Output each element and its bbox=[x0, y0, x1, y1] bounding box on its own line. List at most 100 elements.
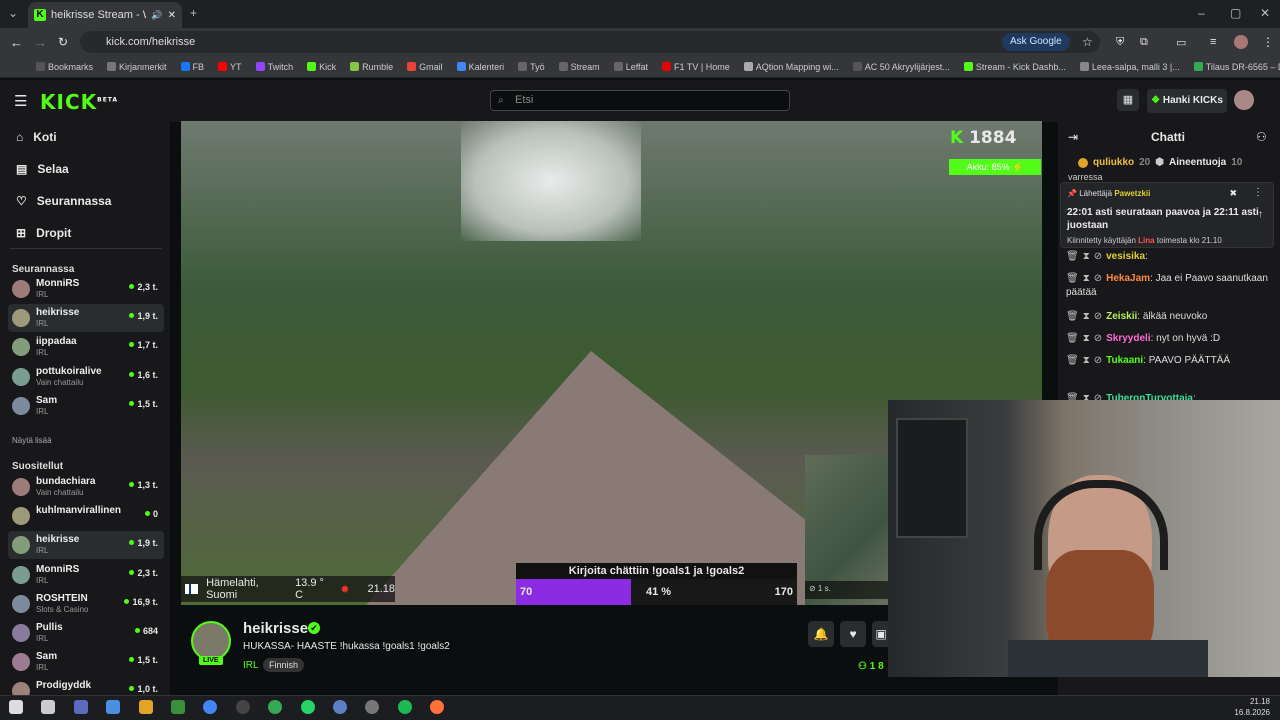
pinned-by-user[interactable]: Lina bbox=[1138, 236, 1154, 245]
bookmark-item[interactable]: Työ bbox=[518, 62, 545, 72]
bookmark-item[interactable]: Leea-salpa, malli 3 |... bbox=[1079, 62, 1180, 72]
search-input[interactable]: ⌕ Etsi bbox=[490, 90, 790, 111]
sidebar-channel[interactable]: ROSHTEIN Slots & Casino 16,9 t. bbox=[8, 590, 164, 618]
bookmark-item[interactable]: Gmail bbox=[407, 62, 443, 72]
spotify-icon[interactable] bbox=[397, 700, 412, 714]
sidebar-channel[interactable]: Prodigyddk 1,0 t. bbox=[8, 677, 164, 695]
bookmark-item[interactable]: F1 TV | Home bbox=[662, 62, 730, 72]
app-icon[interactable] bbox=[73, 700, 88, 714]
app-icon[interactable] bbox=[333, 700, 347, 714]
tab-search-icon[interactable]: ⌄ bbox=[8, 6, 18, 20]
bookmark-item[interactable]: Stream - Kick Dashb... bbox=[963, 62, 1066, 72]
chat-username[interactable]: vesisika bbox=[1106, 251, 1145, 262]
collapse-chat-icon[interactable]: ⇥ bbox=[1068, 130, 1078, 144]
bookmark-item[interactable]: AQtion Mapping wi... bbox=[743, 62, 839, 72]
sidebar-channel[interactable]: Sam IRL 1,5 t. bbox=[8, 392, 164, 420]
url-input[interactable]: kick.com/heikrisse bbox=[80, 31, 1100, 53]
ban-icon[interactable]: ⊘ bbox=[1094, 251, 1102, 262]
new-tab-icon[interactable]: + bbox=[190, 6, 197, 20]
reload-icon[interactable]: ↻ bbox=[58, 35, 68, 49]
chat-username[interactable]: Zeiskii bbox=[1106, 311, 1137, 322]
pinned-menu-icon[interactable]: ⋮ bbox=[1253, 187, 1263, 198]
sidebar-channel[interactable]: iippadaa IRL 1,7 t. bbox=[8, 333, 164, 361]
top-gifter-name[interactable]: Aineentuoja bbox=[1169, 157, 1226, 168]
bookmark-item[interactable]: Kirjanmerkit bbox=[107, 62, 167, 72]
chat-username[interactable]: Tukaani bbox=[1106, 355, 1143, 366]
sidebar-channel[interactable]: bundachiara Vain chattailu 1,3 t. bbox=[8, 473, 164, 501]
nav-drops[interactable]: ⊞ Dropit bbox=[16, 226, 71, 240]
sidebar-channel[interactable]: Sam IRL 1,5 t. bbox=[8, 648, 164, 676]
bookmark-item[interactable]: Twitch bbox=[255, 62, 293, 72]
sidebar-channel[interactable]: heikrisse IRL 1,9 t. bbox=[8, 531, 164, 560]
unpin-icon[interactable]: ✖ bbox=[1229, 188, 1237, 199]
bookmark-item[interactable]: FB bbox=[180, 62, 204, 72]
user-avatar[interactable] bbox=[1234, 90, 1254, 110]
show-more-link[interactable]: Näytä lisää bbox=[12, 436, 52, 445]
timeout-icon[interactable]: ⧗ bbox=[1083, 311, 1090, 322]
start-icon[interactable] bbox=[9, 700, 23, 714]
bookmark-item[interactable]: YT bbox=[218, 62, 242, 72]
task-view-icon[interactable] bbox=[41, 700, 56, 714]
system-clock[interactable]: 21.18 16.8.2026 bbox=[1234, 696, 1270, 718]
delete-icon[interactable]: 🗑 bbox=[1066, 273, 1079, 284]
nav-following[interactable]: ♡ Seurannassa bbox=[16, 194, 111, 208]
reading-list-icon[interactable]: ≡ bbox=[1210, 36, 1216, 48]
bookmark-item[interactable]: AC 50 Akryylijärjest... bbox=[852, 62, 950, 72]
ask-google-button[interactable]: Ask Google bbox=[1002, 33, 1070, 51]
hamburger-menu-icon[interactable]: ☰ bbox=[14, 92, 27, 110]
notification-bell-button[interactable]: 🔔 bbox=[808, 621, 834, 647]
follow-heart-button[interactable]: ♥ bbox=[840, 621, 866, 647]
chat-users-icon[interactable]: ⚇ bbox=[1256, 130, 1267, 144]
app-icon[interactable] bbox=[106, 700, 121, 714]
bookmark-item[interactable]: Stream bbox=[558, 62, 600, 72]
browser-tab[interactable]: K heikrisse Stream - Watch Li 🔊 ✕ bbox=[28, 2, 182, 28]
sidebar-channel[interactable]: Pullis IRL 684 bbox=[8, 619, 164, 647]
language-tag[interactable]: Finnish bbox=[263, 658, 305, 672]
sidebar-channel[interactable]: pottukoiralive Vain chattailu 1,6 t. bbox=[8, 363, 164, 391]
timeout-icon[interactable]: ⧗ bbox=[1083, 355, 1090, 366]
back-icon[interactable]: ← bbox=[10, 35, 23, 50]
ban-icon[interactable]: ⊘ bbox=[1094, 273, 1102, 284]
streamer-name[interactable]: heikrisse bbox=[243, 620, 308, 637]
extensions-icon[interactable]: ⧉ bbox=[1140, 36, 1148, 49]
cast-icon[interactable]: ▭ bbox=[1176, 36, 1186, 49]
sidebar-channel[interactable]: heikrisse IRL 1,9 t. bbox=[8, 304, 164, 333]
delete-icon[interactable]: 🗑 bbox=[1066, 311, 1079, 322]
delete-icon[interactable]: 🗑 bbox=[1066, 355, 1079, 366]
dashboard-icon[interactable]: ▦ bbox=[1117, 89, 1139, 111]
bookmark-item[interactable]: Bookmarks bbox=[36, 62, 93, 72]
bookmark-item[interactable]: Rumble bbox=[350, 62, 393, 72]
timeout-icon[interactable]: ⧗ bbox=[1083, 251, 1090, 262]
file-explorer-icon[interactable] bbox=[138, 700, 153, 714]
menu-kebab-icon[interactable]: ⋮ bbox=[1262, 35, 1274, 49]
shield-icon[interactable]: ⛨ bbox=[1116, 36, 1124, 49]
forward-icon[interactable]: → bbox=[34, 35, 47, 50]
bookmark-item[interactable]: Leffat bbox=[613, 62, 648, 72]
bookmark-item[interactable]: Kick bbox=[307, 62, 336, 72]
chat-username[interactable]: Skryydeli bbox=[1106, 333, 1150, 344]
kick-logo[interactable]: KICKBETA bbox=[40, 90, 118, 114]
sidebar-channel[interactable]: kuhlmanvirallinen 0 bbox=[8, 502, 164, 530]
maximize-icon[interactable]: ▢ bbox=[1230, 6, 1241, 20]
ban-icon[interactable]: ⊘ bbox=[1094, 355, 1102, 366]
tab-close-icon[interactable]: ✕ bbox=[168, 10, 176, 21]
whatsapp-icon[interactable] bbox=[300, 700, 315, 714]
ban-icon[interactable]: ⊘ bbox=[1094, 333, 1102, 344]
tab-audio-icon[interactable]: 🔊 bbox=[151, 10, 162, 21]
pinned-from-user[interactable]: Pawetzkii bbox=[1114, 189, 1150, 198]
chat-username[interactable]: HekaJam bbox=[1106, 273, 1150, 284]
streamer-avatar[interactable] bbox=[191, 621, 231, 661]
timeout-icon[interactable]: ⧗ bbox=[1083, 273, 1090, 284]
sidebar-channel[interactable]: MonniRS IRL 2,3 t. bbox=[8, 275, 164, 303]
ban-icon[interactable]: ⊘ bbox=[1094, 311, 1102, 322]
window-close-icon[interactable]: ✕ bbox=[1260, 6, 1270, 20]
nav-browse[interactable]: ▤ Selaa bbox=[16, 162, 69, 176]
delete-icon[interactable]: 🗑 bbox=[1066, 333, 1079, 344]
top-gifter-name[interactable]: quliukko bbox=[1093, 157, 1134, 168]
nav-home[interactable]: ⌂ Koti bbox=[16, 130, 57, 144]
collapse-pin-icon[interactable]: ↑ bbox=[1258, 209, 1263, 220]
delete-icon[interactable]: 🗑 bbox=[1066, 251, 1079, 262]
get-kicks-button[interactable]: ❖ Hanki KICKs bbox=[1147, 89, 1227, 113]
bookmark-item[interactable]: Tilaus DR-6565 – D... bbox=[1193, 62, 1280, 72]
app-icon[interactable] bbox=[171, 700, 185, 714]
